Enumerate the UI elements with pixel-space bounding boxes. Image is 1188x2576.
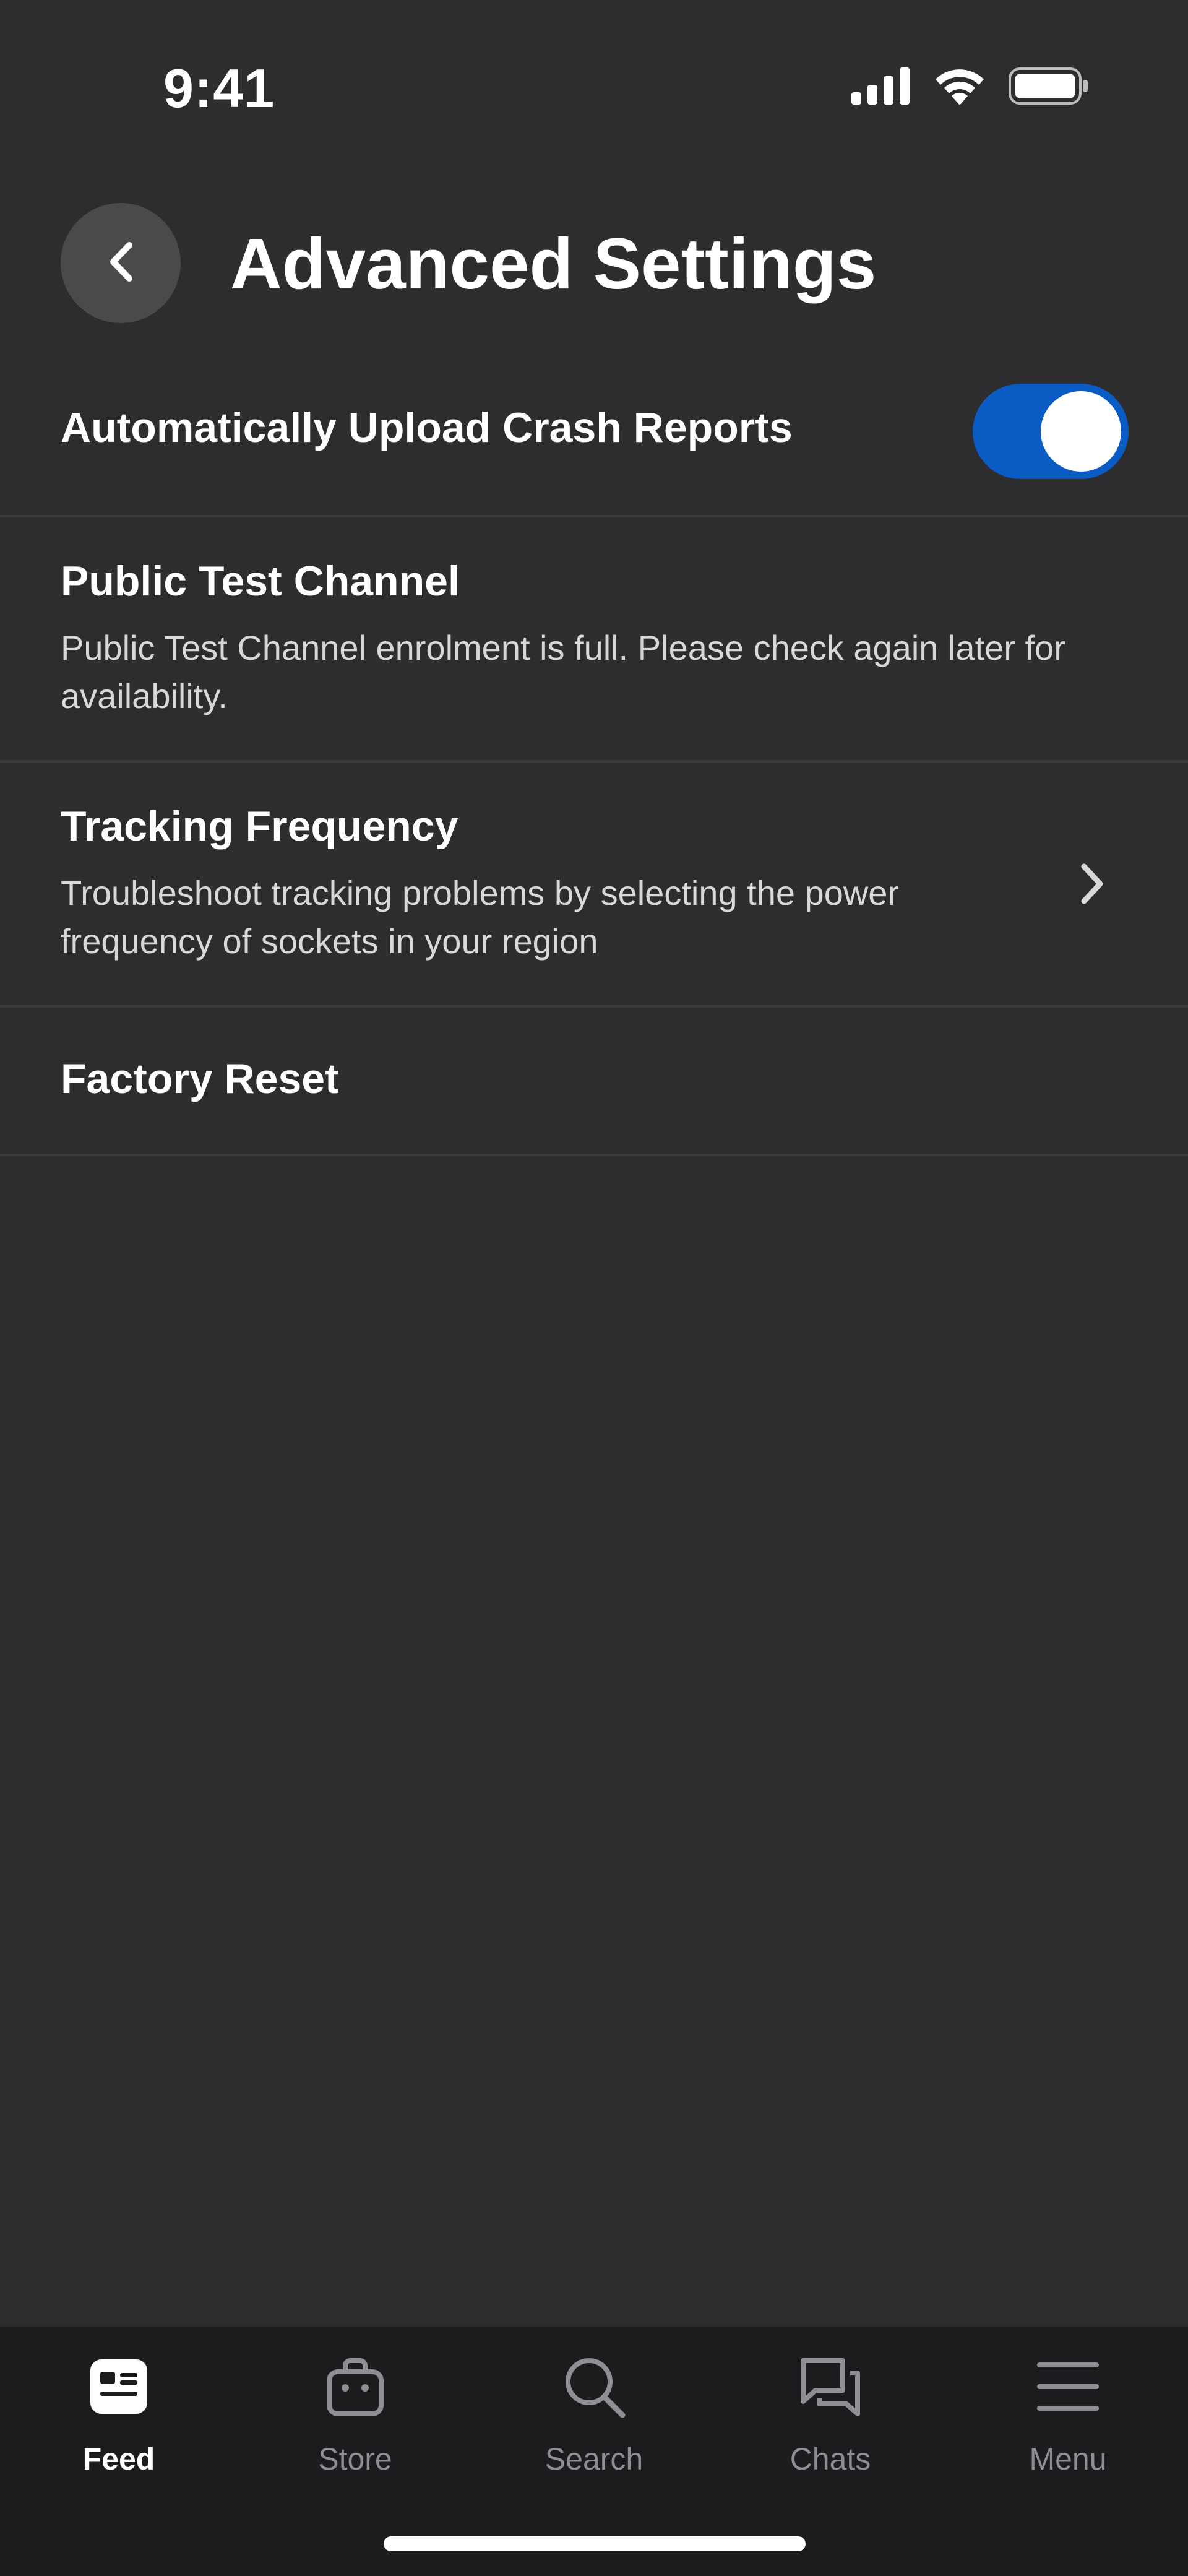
tab-store-label: Store xyxy=(318,2442,392,2476)
tab-feed-label: Feed xyxy=(82,2442,155,2476)
crash-reports-toggle[interactable] xyxy=(973,384,1129,479)
crash-reports-row: Automatically Upload Crash Reports xyxy=(0,0,1188,517)
factory-reset-row[interactable]: Factory Reset xyxy=(0,1008,1188,1156)
crash-reports-label: Automatically Upload Crash Reports xyxy=(61,404,793,451)
toggle-knob xyxy=(1041,391,1121,472)
public-test-channel-description: Public Test Channel enrolment is full. P… xyxy=(61,628,1065,715)
tracking-frequency-description: Troubleshoot tracking problems by select… xyxy=(61,873,900,961)
chats-icon xyxy=(793,2349,867,2424)
tab-menu[interactable]: Menu xyxy=(981,2349,1155,2510)
tab-chats[interactable]: Chats xyxy=(744,2349,917,2510)
tab-feed[interactable]: Feed xyxy=(32,2349,205,2510)
tracking-frequency-title: Tracking Frequency xyxy=(61,803,458,850)
tab-store[interactable]: Store xyxy=(269,2349,442,2510)
search-icon xyxy=(557,2349,631,2424)
store-bag-icon xyxy=(318,2349,392,2424)
public-test-channel-title: Public Test Channel xyxy=(61,558,460,605)
menu-icon xyxy=(1031,2349,1105,2424)
factory-reset-title: Factory Reset xyxy=(61,1055,339,1102)
home-indicator xyxy=(384,2536,806,2551)
chevron-right-icon xyxy=(1078,862,1106,906)
tab-chats-label: Chats xyxy=(790,2442,871,2476)
tab-bar: Feed Store Search Chats Menu xyxy=(0,2325,1188,2576)
tab-search-label: Search xyxy=(544,2442,644,2476)
public-test-channel-row[interactable]: Public Test Channel Public Test Channel … xyxy=(0,517,1188,763)
feed-icon xyxy=(82,2349,156,2424)
tab-menu-label: Menu xyxy=(1029,2442,1107,2476)
tracking-frequency-row[interactable]: Tracking Frequency Troubleshoot tracking… xyxy=(0,763,1188,1008)
tab-search[interactable]: Search xyxy=(507,2349,681,2510)
